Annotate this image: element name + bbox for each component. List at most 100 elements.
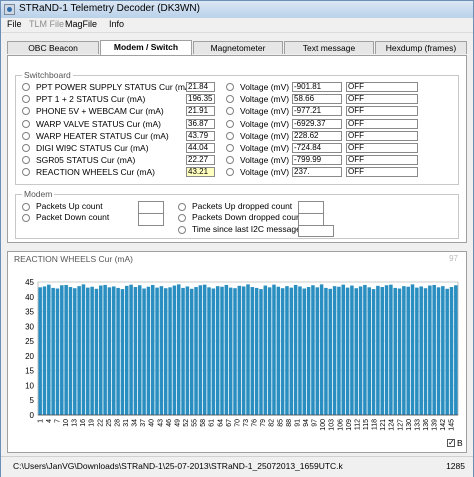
tab-magnetometer[interactable]: Magnetometer (193, 41, 283, 54)
voltage-radio[interactable] (226, 156, 234, 165)
switchboard-title: Switchboard (22, 70, 73, 80)
current-field[interactable]: 44.04 (186, 143, 215, 153)
state-field[interactable]: OFF (346, 106, 418, 117)
voltage-radio[interactable] (226, 168, 234, 177)
x-tick-label: 49 (174, 419, 181, 427)
bar (176, 284, 181, 415)
switch-label: PPT 1 + 2 STATUS Cur (mA) (36, 94, 146, 105)
switch-radio[interactable] (22, 119, 30, 128)
tab-text-message[interactable]: Text message (284, 41, 374, 54)
switch-radio[interactable] (22, 156, 30, 165)
legend-checkbox[interactable]: ✓ (447, 439, 455, 447)
voltage-radio[interactable] (226, 119, 234, 128)
state-field[interactable]: OFF (346, 155, 418, 166)
bar (233, 288, 237, 415)
switch-radio[interactable] (22, 168, 30, 177)
voltage-field[interactable]: -724.84 (292, 143, 342, 153)
switch-radio[interactable] (22, 131, 30, 140)
bar (406, 286, 410, 415)
x-tick-label: 130 (406, 419, 413, 431)
bar (436, 287, 441, 415)
switch-radio[interactable] (22, 107, 30, 116)
app-window: STRaND-1 Telemetry Decoder (DK3WN) File … (0, 0, 474, 477)
menu-magfile[interactable]: MagFile (65, 19, 97, 29)
switch-radio[interactable] (22, 95, 30, 104)
voltage-field[interactable]: 237. (292, 167, 342, 178)
bar (376, 285, 380, 415)
current-field[interactable]: 43.79 (186, 130, 215, 141)
voltage-radio[interactable] (226, 144, 234, 152)
x-tick-label: 37 (140, 419, 147, 427)
switch-radio[interactable] (22, 144, 30, 152)
x-tick-label: 124 (389, 419, 396, 431)
voltage-radio[interactable] (226, 83, 234, 91)
voltage-field[interactable]: 228.62 (292, 130, 342, 141)
switchboard-group: Switchboard PPT POWER SUPPLY STATUS Cur … (15, 70, 459, 185)
voltage-label: Voltage (mV) (240, 167, 290, 178)
current-field[interactable]: 21.91 (186, 106, 215, 117)
menu-info[interactable]: Info (109, 19, 124, 29)
voltage-radio[interactable] (226, 95, 234, 104)
y-tick-label: 45 (25, 278, 34, 287)
state-field[interactable]: OFF (346, 167, 418, 178)
x-tick-label: 73 (243, 419, 250, 427)
current-field[interactable]: 22.27 (186, 155, 215, 166)
bar (259, 289, 263, 415)
y-tick-label: 15 (25, 367, 34, 376)
tab-strip: OBC Beacon Modem / Switch Magnetometer T… (7, 40, 467, 55)
bar (228, 287, 233, 415)
status-file-path: C:\Users\JanVG\Downloads\STRaND-1\25-07-… (13, 461, 343, 471)
current-field[interactable]: 21.84 (186, 82, 215, 92)
x-tick-label: 100 (320, 419, 327, 431)
x-tick-label: 55 (192, 419, 199, 427)
bar (150, 284, 155, 415)
y-tick-label: 0 (30, 411, 35, 420)
bar (337, 286, 341, 415)
bar (241, 286, 246, 415)
bar (211, 288, 216, 415)
packet-down-radio[interactable] (22, 214, 30, 222)
voltage-field[interactable]: -6929.37 (292, 118, 342, 129)
state-field[interactable]: OFF (346, 130, 418, 141)
time-since-i2c-field[interactable] (298, 225, 334, 237)
voltage-field[interactable]: -977.21 (292, 106, 342, 117)
voltage-label: Voltage (mV) (240, 106, 290, 117)
packets-up-dropped-radio[interactable] (178, 203, 186, 211)
bar (371, 289, 376, 415)
state-field[interactable]: OFF (346, 118, 418, 129)
bar (306, 287, 311, 415)
bar (68, 287, 73, 415)
packets-up-radio[interactable] (22, 203, 30, 211)
packet-down-field[interactable] (138, 213, 164, 226)
switch-radio[interactable] (22, 83, 30, 91)
y-tick-label: 40 (25, 293, 34, 302)
modem-group: Modem Packets Up count Packet Down count… (15, 189, 459, 239)
packets-down-dropped-radio[interactable] (178, 214, 186, 222)
voltage-field[interactable]: -799.99 (292, 155, 342, 166)
switch-label: WARP HEATER STATUS Cur (mA) (36, 130, 169, 141)
state-field[interactable]: OFF (346, 94, 418, 105)
state-field[interactable]: OFF (346, 143, 418, 153)
voltage-radio[interactable] (226, 107, 234, 116)
voltage-field[interactable]: -901.81 (292, 82, 342, 92)
tab-hexdump[interactable]: Hexdump (frames) (375, 41, 467, 54)
state-field[interactable]: OFF (346, 82, 418, 92)
bar (116, 287, 120, 415)
current-field[interactable]: 196.35 (186, 94, 215, 105)
bar (64, 284, 68, 415)
tab-obc-beacon[interactable]: OBC Beacon (7, 41, 99, 54)
bar (380, 287, 384, 415)
current-field[interactable]: 36.87 (186, 118, 215, 129)
current-field[interactable]: 43.21 (186, 167, 215, 178)
bar (393, 287, 397, 415)
bar (419, 286, 423, 415)
tab-modem-switch[interactable]: Modem / Switch (100, 40, 192, 55)
menu-file[interactable]: File (7, 19, 22, 29)
voltage-field[interactable]: 58.66 (292, 94, 342, 105)
time-since-i2c-radio[interactable] (178, 226, 186, 234)
x-tick-label: 31 (123, 419, 130, 427)
menu-tlm-file[interactable]: TLM File (29, 19, 64, 29)
voltage-radio[interactable] (226, 131, 234, 140)
voltage-label: Voltage (mV) (240, 118, 290, 129)
x-tick-label: 61 (209, 419, 216, 427)
